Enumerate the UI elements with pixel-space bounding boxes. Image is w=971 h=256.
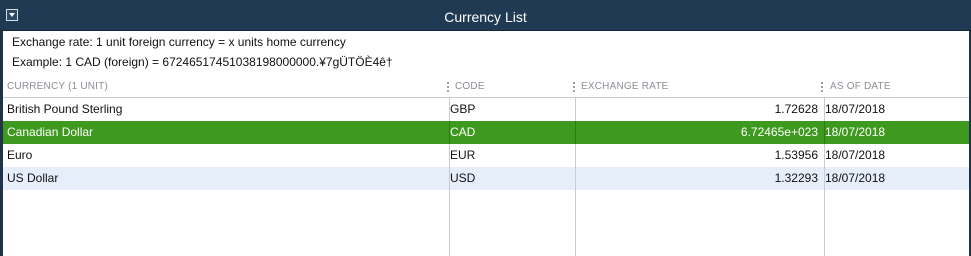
- column-divider: [575, 144, 576, 167]
- column-divider: [449, 189, 450, 256]
- title-bar: Currency List: [0, 0, 971, 31]
- table-row[interactable]: British Pound Sterling GBP 1.72628 18/07…: [3, 98, 969, 121]
- column-divider: [824, 189, 825, 256]
- column-divider: [575, 189, 576, 256]
- column-header-exchange-rate[interactable]: EXCHANGE RATE: [581, 76, 668, 97]
- currency-name-cell: British Pound Sterling: [7, 102, 123, 116]
- currency-code-cell: USD: [450, 171, 476, 185]
- table-row[interactable]: Euro EUR 1.53956 18/07/2018: [3, 144, 969, 167]
- currency-list-window: Currency List Exchange rate: 1 unit fore…: [0, 0, 971, 256]
- column-resize-handle[interactable]: [573, 82, 575, 92]
- currency-code-cell: EUR: [450, 148, 476, 162]
- currency-name-cell: Euro: [7, 148, 33, 162]
- currency-code-cell: CAD: [450, 125, 476, 139]
- as-of-date-cell: 18/07/2018: [825, 102, 886, 116]
- as-of-date-cell: 18/07/2018: [825, 171, 886, 185]
- exchange-rate-cell: 1.32293: [774, 171, 818, 185]
- column-resize-handle[interactable]: [821, 82, 823, 92]
- table-row[interactable]: US Dollar USD 1.32293 18/07/2018: [3, 167, 969, 190]
- column-header-code[interactable]: CODE: [455, 76, 485, 97]
- exchange-rate-cell: 1.72628: [774, 102, 818, 116]
- column-divider: [575, 167, 576, 190]
- exchange-rate-cell: 6.72465e+023: [740, 125, 818, 139]
- currency-name-cell: US Dollar: [7, 171, 59, 185]
- exchange-rate-example: Example: 1 CAD (foreign) = 6724651745103…: [12, 55, 393, 69]
- exchange-rate-info: Exchange rate: 1 unit foreign currency =…: [12, 34, 969, 74]
- as-of-date-cell: 18/07/2018: [825, 125, 886, 139]
- currency-code-cell: GBP: [450, 102, 476, 116]
- column-divider: [575, 121, 576, 144]
- column-header-as-of-date[interactable]: AS OF DATE: [830, 76, 891, 97]
- exchange-rate-explanation: Exchange rate: 1 unit foreign currency =…: [12, 35, 346, 49]
- column-divider: [575, 98, 576, 121]
- table-row-selected[interactable]: Canadian Dollar CAD 6.72465e+023 18/07/2…: [3, 121, 969, 144]
- column-resize-handle[interactable]: [447, 82, 449, 92]
- currency-table: CURRENCY (1 UNIT) CODE EXCHANGE RATE AS …: [3, 76, 969, 256]
- table-body: British Pound Sterling GBP 1.72628 18/07…: [3, 98, 969, 190]
- exchange-rate-cell: 1.53956: [774, 148, 818, 162]
- currency-name-cell: Canadian Dollar: [7, 125, 94, 139]
- as-of-date-cell: 18/07/2018: [825, 148, 886, 162]
- column-header-currency[interactable]: CURRENCY (1 UNIT): [7, 76, 108, 97]
- window-title: Currency List: [444, 9, 527, 25]
- table-header: CURRENCY (1 UNIT) CODE EXCHANGE RATE AS …: [3, 76, 969, 98]
